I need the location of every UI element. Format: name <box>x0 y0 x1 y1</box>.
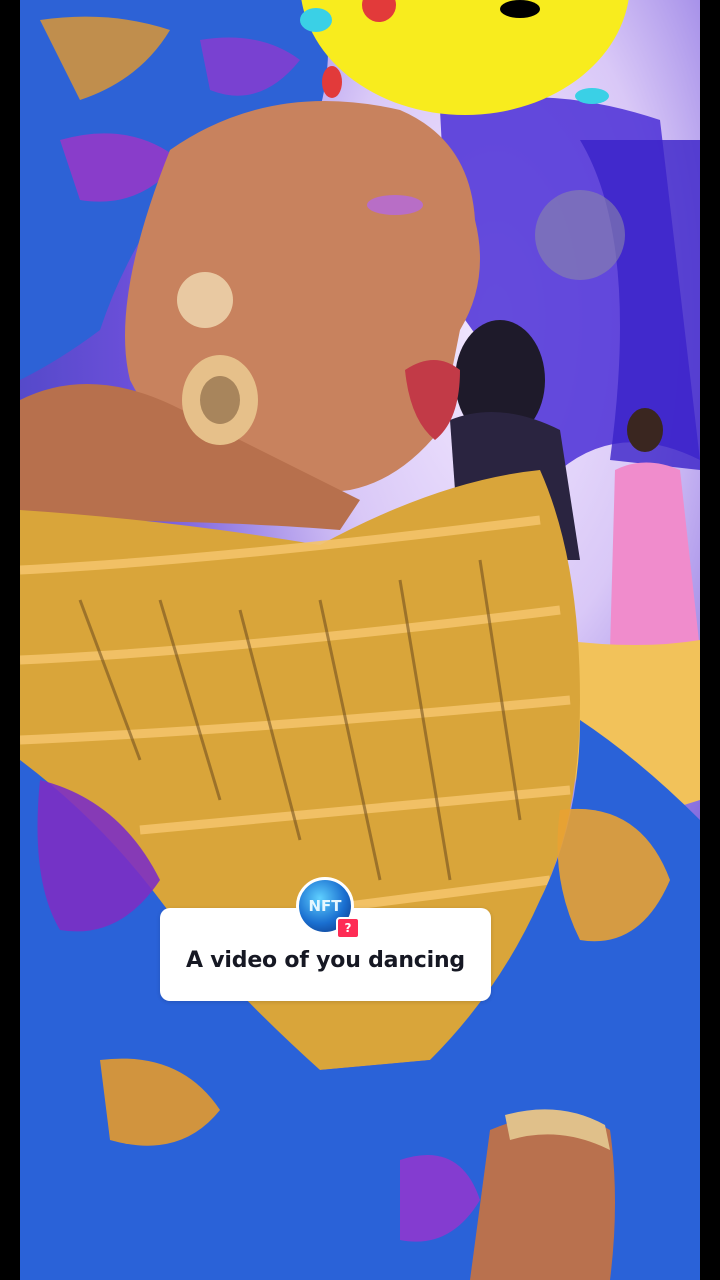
sticker-dot <box>575 88 609 104</box>
sticker-dot <box>300 8 332 32</box>
sticker-dot <box>362 0 396 22</box>
video-background <box>20 0 700 1280</box>
sticker-dot <box>500 0 540 18</box>
prompt-text: A video of you dancing <box>186 948 465 973</box>
nft-avatar[interactable]: NFT ? <box>296 877 360 939</box>
video-frame[interactable] <box>20 0 700 1280</box>
sticker-dot <box>322 66 342 98</box>
question-badge-icon: ? <box>336 917 360 939</box>
